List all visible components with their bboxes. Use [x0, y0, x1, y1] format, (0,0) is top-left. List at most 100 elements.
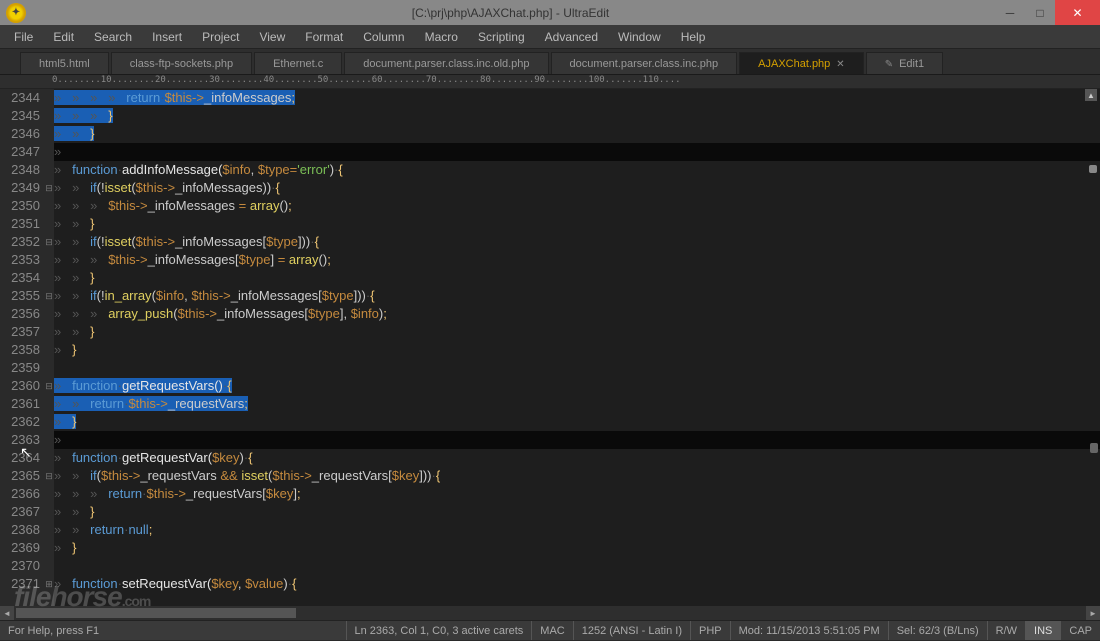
tab-ajaxchat-php[interactable]: AJAXChat.php✕	[739, 52, 864, 74]
menu-project[interactable]: Project	[192, 27, 249, 47]
menu-edit[interactable]: Edit	[43, 27, 84, 47]
status-language[interactable]: PHP	[691, 621, 731, 640]
fold-toggle[interactable]: ⊟	[44, 377, 54, 395]
code-line[interactable]: » }	[54, 539, 1100, 557]
fold-column[interactable]: ⊟ ⊟ ⊟ ⊟ ⊟ ⊞	[44, 89, 54, 606]
code-line[interactable]: » function·addInfoMessage($info, $type='…	[54, 161, 1100, 179]
code-line[interactable]: » function·setRequestVar($key, $value)·{	[54, 575, 1100, 593]
fold-toggle	[44, 143, 54, 161]
status-capslock: CAP	[1061, 621, 1100, 640]
tab-html5-html[interactable]: html5.html	[20, 52, 109, 74]
code-line[interactable]: » » if(!isset($this->_infoMessages[$type…	[54, 233, 1100, 251]
fold-toggle	[44, 557, 54, 575]
tab-close-icon[interactable]: ✕	[836, 59, 844, 70]
code-line[interactable]: » » » » return·$this->_infoMessages;	[54, 89, 1100, 107]
menu-view[interactable]: View	[249, 27, 295, 47]
code-line[interactable]: » » return·$this->_requestVars;	[54, 395, 1100, 413]
line-number: 2360	[0, 377, 40, 395]
menu-help[interactable]: Help	[671, 27, 716, 47]
horizontal-scrollbar-track[interactable]	[16, 608, 1084, 618]
code-line[interactable]: » » }	[54, 125, 1100, 143]
line-number: 2350	[0, 197, 40, 215]
code-line[interactable]: » » » $this->_infoMessages[$type] = arra…	[54, 251, 1100, 269]
tab-document-parser-class-inc-old-php[interactable]: document.parser.class.inc.old.php	[344, 52, 548, 74]
code-line[interactable]: » » if($this->_requestVars && isset($thi…	[54, 467, 1100, 485]
minimize-button[interactable]: ─	[995, 0, 1025, 25]
tab-class-ftp-sockets-php[interactable]: class-ftp-sockets.php	[111, 52, 252, 74]
maximize-button[interactable]: □	[1025, 0, 1055, 25]
menu-window[interactable]: Window	[608, 27, 671, 47]
code-editor[interactable]: 2344234523462347234823492350235123522353…	[0, 89, 1100, 606]
status-codepage[interactable]: 1252 (ANSI - Latin I)	[574, 621, 691, 640]
menubar: FileEditSearchInsertProjectViewFormatCol…	[0, 25, 1100, 49]
menu-column[interactable]: Column	[353, 27, 414, 47]
code-text[interactable]: » » » » return·$this->_infoMessages;» » …	[54, 89, 1100, 606]
menu-format[interactable]: Format	[295, 27, 353, 47]
tab-label: class-ftp-sockets.php	[130, 58, 233, 70]
code-line[interactable]: » » }	[54, 503, 1100, 521]
code-line[interactable]: » }	[54, 413, 1100, 431]
fold-toggle[interactable]: ⊞	[44, 575, 54, 593]
line-number: 2351	[0, 215, 40, 233]
line-number: 2355	[0, 287, 40, 305]
line-number: 2363	[0, 431, 40, 449]
status-position: Ln 2363, Col 1, C0, 3 active carets	[347, 621, 533, 640]
menu-file[interactable]: File	[4, 27, 43, 47]
fold-toggle	[44, 251, 54, 269]
fold-toggle	[44, 125, 54, 143]
line-number: 2349	[0, 179, 40, 197]
code-line[interactable]: »	[54, 143, 1100, 161]
line-number: 2371	[0, 575, 40, 593]
tab-edit1[interactable]: ✎Edit1	[866, 52, 943, 74]
line-number: 2366	[0, 485, 40, 503]
code-line[interactable]: » » }	[54, 269, 1100, 287]
horizontal-scrollbar[interactable]: ◄ ►	[0, 606, 1100, 620]
tab-ethernet-c[interactable]: Ethernet.c	[254, 52, 342, 74]
menu-macro[interactable]: Macro	[415, 27, 468, 47]
code-line[interactable]: » » }	[54, 215, 1100, 233]
code-line[interactable]: » » if(!in_array($info, $this->_infoMess…	[54, 287, 1100, 305]
status-insert-mode[interactable]: INS	[1026, 621, 1061, 640]
fold-toggle	[44, 323, 54, 341]
status-line-ending[interactable]: MAC	[532, 621, 573, 640]
menu-search[interactable]: Search	[84, 27, 142, 47]
fold-toggle[interactable]: ⊟	[44, 287, 54, 305]
line-number: 2370	[0, 557, 40, 575]
vertical-scrollbar-thumb[interactable]	[1090, 443, 1098, 453]
tab-bar: html5.html class-ftp-sockets.php Ethernet.…	[0, 49, 1100, 75]
menu-insert[interactable]: Insert	[142, 27, 192, 47]
close-button[interactable]: ✕	[1055, 0, 1100, 25]
code-line[interactable]	[54, 359, 1100, 377]
vertical-scrollbar[interactable]	[1086, 103, 1098, 603]
fold-toggle	[44, 197, 54, 215]
menu-advanced[interactable]: Advanced	[535, 27, 608, 47]
tab-document-parser-class-inc-php[interactable]: document.parser.class.inc.php	[551, 52, 738, 74]
code-line[interactable]: » function·getRequestVar($key)·{	[54, 449, 1100, 467]
window-title: [C:\prj\php\AJAXChat.php] - UltraEdit	[26, 6, 995, 20]
fold-toggle[interactable]: ⊟	[44, 233, 54, 251]
code-line[interactable]: » » » array_push($this->_infoMessages[$t…	[54, 305, 1100, 323]
code-line[interactable]: » » if(!isset($this->_infoMessages))·{	[54, 179, 1100, 197]
fold-toggle	[44, 395, 54, 413]
horizontal-scrollbar-thumb[interactable]	[16, 608, 296, 618]
code-line[interactable]: » » » $this->_infoMessages = array();	[54, 197, 1100, 215]
tab-label: Ethernet.c	[273, 58, 323, 70]
scroll-right-button[interactable]: ►	[1086, 606, 1100, 620]
line-number: 2352	[0, 233, 40, 251]
fold-toggle	[44, 413, 54, 431]
code-line[interactable]: » }	[54, 341, 1100, 359]
code-line[interactable]: » » » return·$this->_requestVars[$key];	[54, 485, 1100, 503]
status-readwrite[interactable]: R/W	[988, 621, 1026, 640]
code-line[interactable]: » » return·null;	[54, 521, 1100, 539]
scroll-left-button[interactable]: ◄	[0, 606, 14, 620]
ruler: 0........10........20........30........4…	[0, 75, 1100, 89]
code-line[interactable]: » » » }	[54, 107, 1100, 125]
code-line[interactable]	[54, 557, 1100, 575]
fold-toggle[interactable]: ⊟	[44, 179, 54, 197]
status-help: For Help, press F1	[0, 621, 347, 640]
menu-scripting[interactable]: Scripting	[468, 27, 535, 47]
fold-toggle[interactable]: ⊟	[44, 467, 54, 485]
code-line[interactable]: » » }	[54, 323, 1100, 341]
code-line[interactable]: » function·getRequestVars()·{	[54, 377, 1100, 395]
code-line[interactable]: »	[54, 431, 1100, 449]
